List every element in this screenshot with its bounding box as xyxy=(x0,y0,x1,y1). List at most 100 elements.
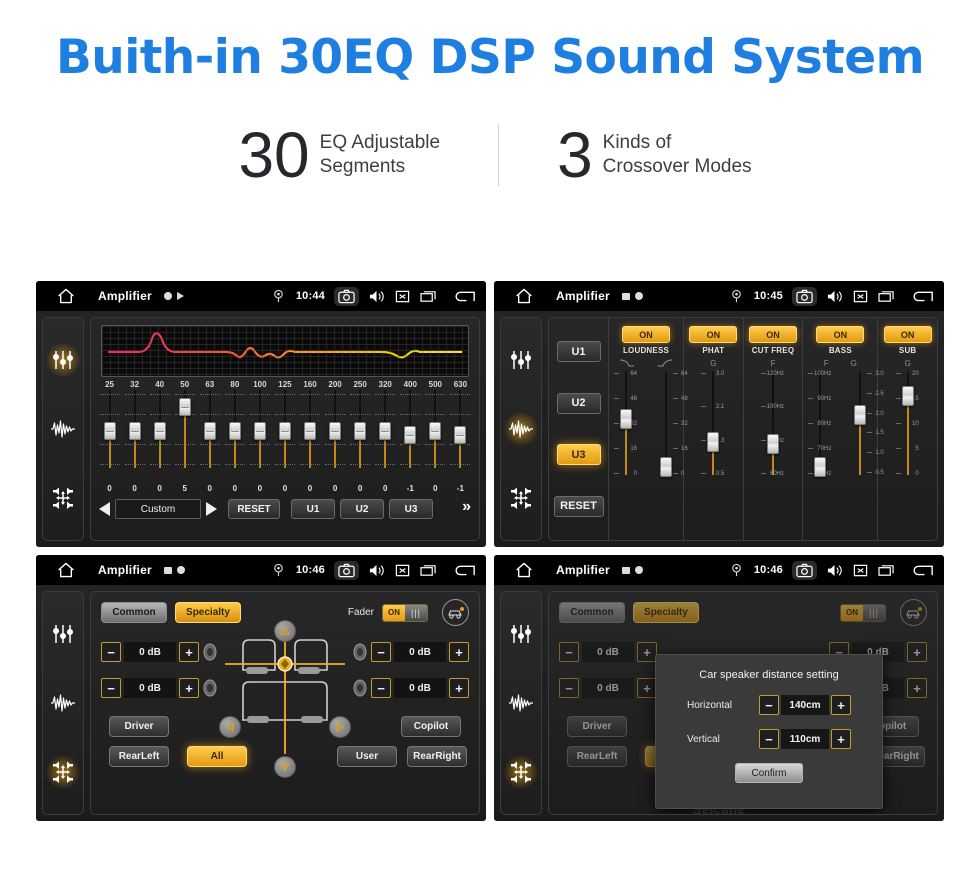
preset-user-button[interactable]: User xyxy=(337,746,397,767)
reset-button[interactable]: RESET xyxy=(553,495,604,517)
preset-u3-button[interactable]: U3 xyxy=(389,499,433,519)
eq-slider[interactable] xyxy=(348,390,373,482)
cutfreq-toggle[interactable]: ON xyxy=(749,326,797,343)
plus-button[interactable]: + xyxy=(179,678,199,698)
sidebar-item-fader[interactable] xyxy=(504,754,538,789)
close-box-icon[interactable] xyxy=(852,289,869,304)
more-bands-icon[interactable]: » xyxy=(462,498,471,516)
preset-u2-button[interactable]: U2 xyxy=(340,499,384,519)
minus-button[interactable]: − xyxy=(559,678,579,698)
sidebar-item-crossover[interactable] xyxy=(46,686,80,720)
confirm-button[interactable]: Confirm xyxy=(735,763,803,783)
plus-button[interactable]: + xyxy=(449,678,469,698)
minus-button[interactable]: − xyxy=(559,642,579,662)
plus-button[interactable]: + xyxy=(907,678,927,698)
camera-button[interactable] xyxy=(334,286,359,306)
eq-slider[interactable] xyxy=(398,390,423,482)
volume-icon[interactable] xyxy=(826,563,843,578)
eq-slider[interactable] xyxy=(272,390,297,482)
preset-u1-button[interactable]: U1 xyxy=(291,499,335,519)
minus-button[interactable]: − xyxy=(371,642,391,662)
eq-slider[interactable] xyxy=(97,390,122,482)
nav-down-button[interactable] xyxy=(274,756,296,778)
eq-slider[interactable] xyxy=(448,390,473,482)
plus-button[interactable]: + xyxy=(637,642,657,662)
recent-apps-icon[interactable] xyxy=(420,563,437,578)
preset-u1-button[interactable]: U1 xyxy=(556,341,601,363)
close-box-icon[interactable] xyxy=(852,563,869,578)
eq-slider[interactable] xyxy=(197,390,222,482)
eq-slider[interactable] xyxy=(122,390,147,482)
nav-right-button[interactable] xyxy=(328,716,351,738)
back-arrow-icon[interactable] xyxy=(452,562,476,578)
minus-button[interactable]: − xyxy=(759,729,779,749)
back-arrow-icon[interactable] xyxy=(452,288,476,304)
eq-slider[interactable] xyxy=(298,390,323,482)
sidebar-item-equalizer[interactable] xyxy=(504,617,538,651)
home-icon[interactable] xyxy=(56,287,76,305)
fader-toggle[interactable]: ON ||| xyxy=(840,603,886,622)
preset-rearright-button[interactable]: RearRight xyxy=(407,746,467,767)
minus-button[interactable]: − xyxy=(759,695,779,715)
eq-slider[interactable] xyxy=(423,390,448,482)
car-seats-diagram[interactable] xyxy=(225,634,345,754)
camera-button[interactable] xyxy=(792,286,817,306)
preset-rearleft-button[interactable]: RearLeft xyxy=(567,746,627,767)
tab-specialty[interactable]: Specialty xyxy=(175,602,241,623)
sidebar-item-fader[interactable] xyxy=(504,481,538,515)
fader-toggle[interactable]: ON ||| xyxy=(382,603,428,622)
car-speaker-setting-button[interactable] xyxy=(442,599,469,626)
sidebar-item-crossover[interactable] xyxy=(46,412,80,446)
preset-next-button[interactable] xyxy=(206,502,217,516)
close-box-icon[interactable] xyxy=(394,289,411,304)
reset-button[interactable]: RESET xyxy=(228,499,280,519)
car-speaker-setting-button[interactable] xyxy=(900,599,927,626)
sidebar-item-equalizer[interactable] xyxy=(46,343,80,378)
plus-button[interactable]: + xyxy=(449,642,469,662)
recent-apps-icon[interactable] xyxy=(878,289,895,304)
sidebar-item-fader[interactable] xyxy=(46,481,80,515)
phat-slider[interactable]: 3.0 2.1 1.3 0.5 xyxy=(696,371,730,477)
loudness-toggle[interactable]: ON xyxy=(622,326,670,343)
sidebar-item-fader[interactable] xyxy=(46,754,80,789)
minus-button[interactable]: − xyxy=(101,642,121,662)
plus-button[interactable]: + xyxy=(637,678,657,698)
recent-apps-icon[interactable] xyxy=(420,289,437,304)
eq-slider[interactable] xyxy=(222,390,247,482)
volume-icon[interactable] xyxy=(368,289,385,304)
loudness-slider-left[interactable]: 64 48 32 16 0 xyxy=(609,371,643,477)
eq-slider[interactable] xyxy=(247,390,272,482)
eq-slider[interactable] xyxy=(373,390,398,482)
preset-driver-button[interactable]: Driver xyxy=(567,716,627,737)
bass-toggle[interactable]: ON xyxy=(816,326,865,343)
sub-slider[interactable]: 20 15 10 5 0 xyxy=(891,371,925,477)
plus-button[interactable]: + xyxy=(831,695,851,715)
home-icon[interactable] xyxy=(56,561,76,579)
home-icon[interactable] xyxy=(514,287,534,305)
home-icon[interactable] xyxy=(514,561,534,579)
tab-specialty[interactable]: Specialty xyxy=(633,602,699,623)
volume-icon[interactable] xyxy=(368,563,385,578)
preset-name[interactable]: Custom xyxy=(115,499,201,519)
sidebar-item-equalizer[interactable] xyxy=(504,343,538,377)
sidebar-item-equalizer[interactable] xyxy=(46,617,80,651)
nav-left-button[interactable] xyxy=(219,716,242,738)
back-arrow-icon[interactable] xyxy=(910,562,934,578)
nav-up-button[interactable] xyxy=(274,620,296,642)
recent-apps-icon[interactable] xyxy=(878,563,895,578)
camera-button[interactable] xyxy=(334,560,359,580)
close-box-icon[interactable] xyxy=(394,563,411,578)
plus-button[interactable]: + xyxy=(179,642,199,662)
minus-button[interactable]: − xyxy=(371,678,391,698)
preset-rearleft-button[interactable]: RearLeft xyxy=(109,746,169,767)
phat-toggle[interactable]: ON xyxy=(689,326,738,343)
preset-copilot-button[interactable]: Copilot xyxy=(401,716,461,737)
eq-slider[interactable] xyxy=(172,390,197,482)
eq-slider[interactable] xyxy=(323,390,348,482)
tab-common[interactable]: Common xyxy=(559,602,625,623)
preset-prev-button[interactable] xyxy=(99,502,110,516)
plus-button[interactable]: + xyxy=(831,729,851,749)
volume-icon[interactable] xyxy=(826,289,843,304)
bass-slider-freq[interactable]: 100Hz 90Hz 80Hz 70Hz 60Hz xyxy=(803,371,837,477)
eq-slider[interactable] xyxy=(147,390,172,482)
